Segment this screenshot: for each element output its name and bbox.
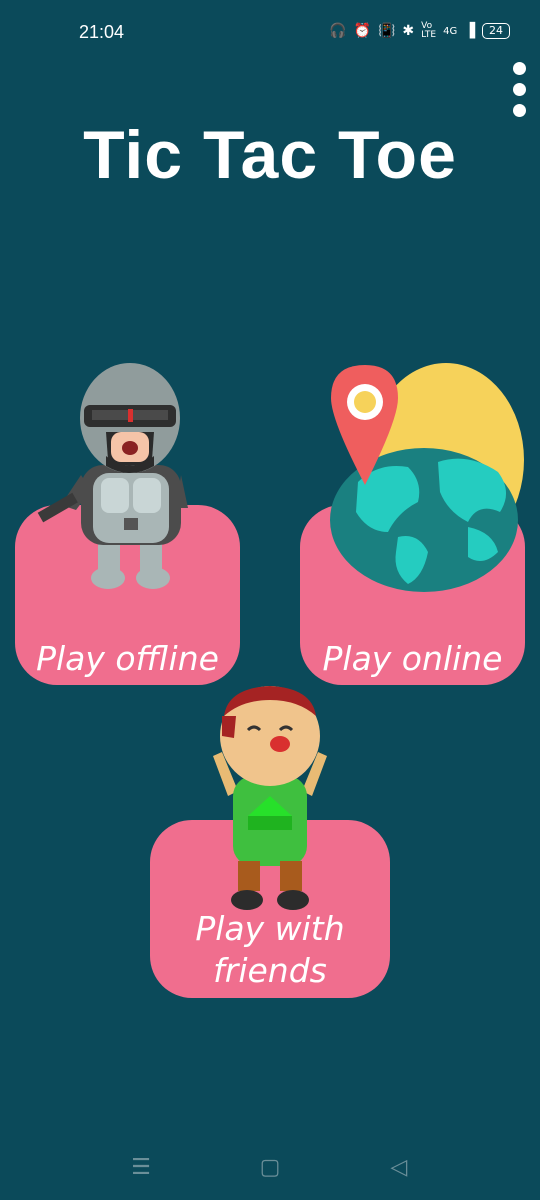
dot-icon [512,62,526,75]
signal-icon: ▐ [464,23,475,39]
back-nav-icon[interactable]: ◁ [384,1153,414,1183]
menu-nav-icon[interactable]: ☰ [126,1153,156,1183]
play-online-label: Play online [322,639,503,678]
home-nav-icon[interactable]: ▢ [255,1153,285,1183]
volte-icon: Vo LTE [421,21,437,40]
play-offline-label: Play offline [36,639,219,678]
status-icons: 🎧 ⏰ 📳 ✱ Vo LTE 4G ▐ 24 [329,22,510,40]
alarm-icon: ⏰ [353,23,371,39]
vibrate-icon: 📳 [377,23,396,39]
play-with-friends-label: Play with friends [195,909,345,990]
network-label: 4G [443,25,458,37]
globe-icon [330,363,524,592]
robot-icon [37,363,188,589]
page-title: Tic Tac Toe [83,117,457,193]
headphones-icon: 🎧 [329,23,347,39]
overflow-menu-button[interactable] [509,62,529,118]
dot-icon [512,83,526,96]
status-bar: 21:04 🎧 ⏰ 📳 ✱ Vo LTE 4G ▐ 24 [0,0,540,70]
system-nav-bar: ☰ ▢ ◁ [0,1140,540,1200]
kid-icon [213,686,327,910]
bluetooth-icon: ✱ [402,23,415,39]
battery-icon: 24 [482,23,510,39]
status-time: 21:04 [79,22,125,42]
